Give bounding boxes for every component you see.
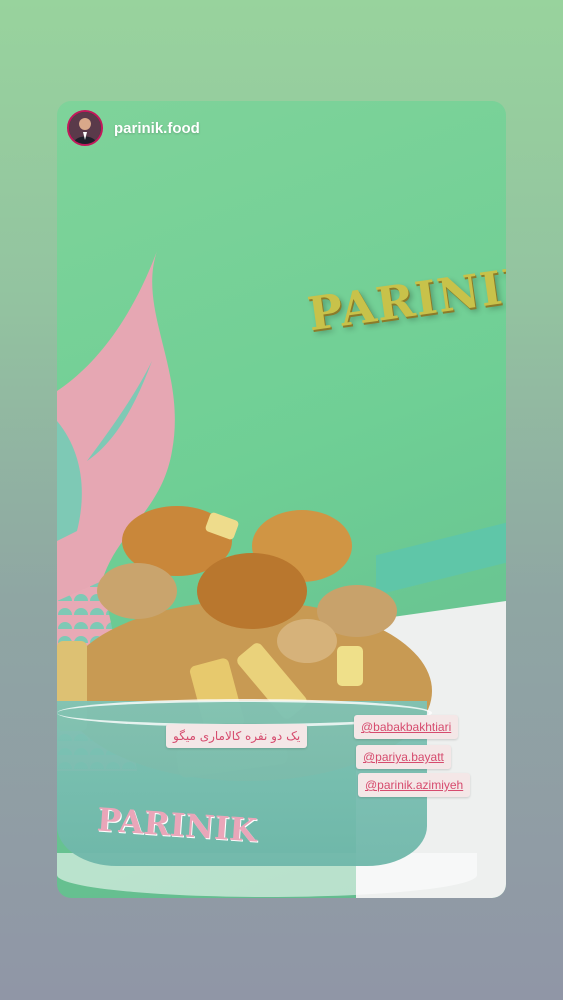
avatar[interactable] (67, 110, 103, 146)
wall-logo-sign: PARINIK (304, 254, 506, 342)
mention-sticker-babakbakhtiari[interactable]: @babakbakhtiari (354, 715, 459, 739)
username-label[interactable]: parinik.food (114, 120, 200, 137)
profile-photo-icon (69, 112, 101, 144)
mention-text: @babakbakhtiari (361, 720, 452, 734)
mention-text: @pariya.bayatt (363, 750, 444, 764)
caption-sticker: یک دو نفره کالاماری میگو (166, 724, 308, 748)
story-header: parinik.food (67, 110, 200, 146)
mention-sticker-parinik-azimiyeh[interactable]: @parinik.azimiyeh (358, 773, 471, 797)
mention-text: @parinik.azimiyeh (365, 778, 464, 792)
mention-sticker-pariya-bayatt[interactable]: @pariya.bayatt (356, 745, 451, 769)
